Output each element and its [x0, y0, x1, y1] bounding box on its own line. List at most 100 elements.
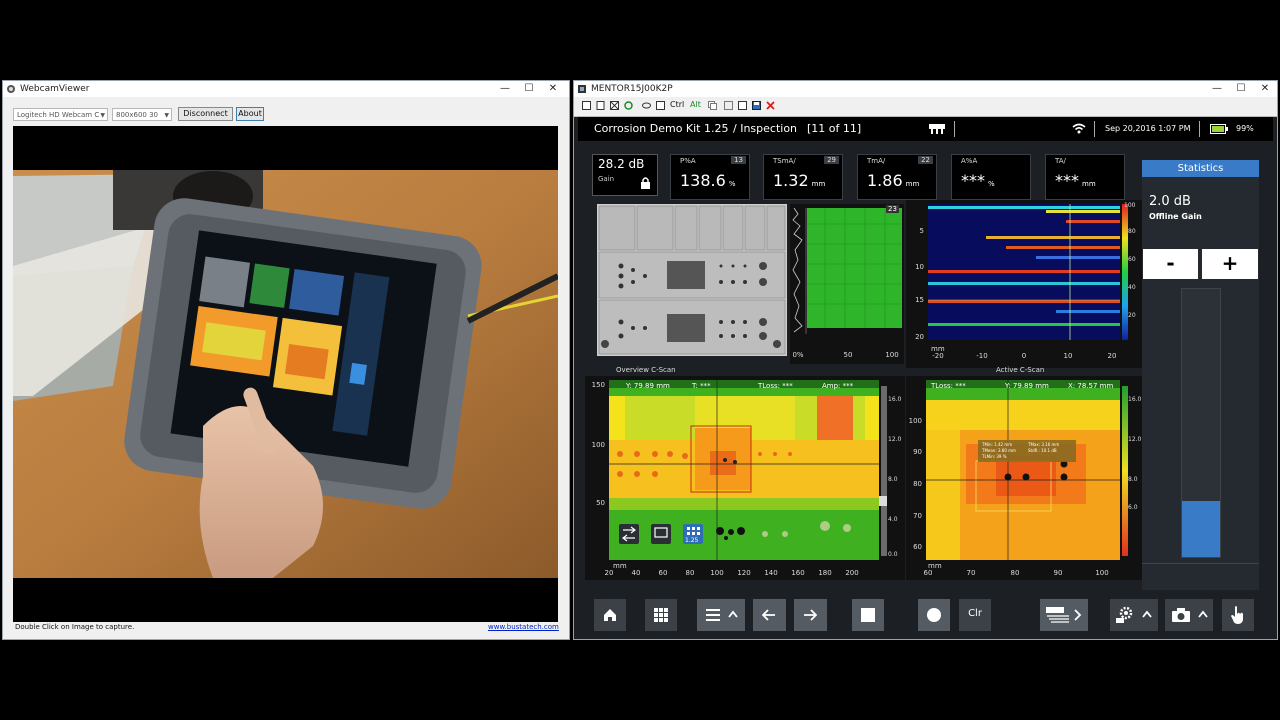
- touch-mode-button[interactable]: [1222, 599, 1254, 631]
- tile-value: ***%: [961, 171, 995, 190]
- active-readout-y: Y: 79.89 mm: [1005, 382, 1049, 390]
- ascan-x-tick: 50: [843, 351, 853, 359]
- refresh-icon[interactable]: [624, 101, 633, 110]
- clipboard-icon[interactable]: [596, 101, 605, 110]
- measurement-tile[interactable]: TmA/ 22 1.86 mm: [857, 154, 937, 200]
- overview-x-tick: 140: [764, 569, 778, 577]
- active-y-tick: 60: [913, 543, 922, 551]
- close-button[interactable]: ✕: [541, 81, 565, 97]
- gain-tile[interactable]: 28.2 dB Gain: [592, 154, 658, 196]
- about-button[interactable]: About: [236, 107, 264, 121]
- record-button[interactable]: [918, 599, 950, 631]
- datetime: Sep 20,2016 1:07 PM: [1105, 124, 1191, 133]
- hand-pointer-icon: [1231, 606, 1243, 624]
- camera-button[interactable]: [1165, 599, 1213, 631]
- bscan-x-tick: 0: [1021, 352, 1027, 360]
- menu-button[interactable]: [697, 599, 745, 631]
- camera-feed[interactable]: [13, 126, 558, 622]
- tooltip-line: TMax: 3.16 mm: [1028, 442, 1060, 447]
- save-icon[interactable]: [752, 101, 761, 110]
- tile-value: 1.86 mm: [867, 171, 919, 190]
- home-button[interactable]: [594, 599, 626, 631]
- properties-icon[interactable]: [582, 101, 591, 110]
- inspection-label: / Inspection: [733, 122, 798, 135]
- copy-icon[interactable]: [708, 101, 717, 110]
- ctrl-alt-del-icon[interactable]: [656, 101, 665, 110]
- statistics-panel: Statistics 2.0 dB Offline Gain - +: [1142, 160, 1259, 590]
- colorbar-tick: 4.0: [888, 516, 898, 523]
- tile-value: 138.6%: [680, 171, 735, 190]
- statistics-header: Statistics: [1142, 160, 1259, 177]
- tile-value-number: 1.86: [867, 171, 903, 190]
- tooltip-line: TMin: 1.42 mm: [982, 442, 1013, 447]
- tile-value-number: 1.32: [773, 171, 809, 190]
- measurement-tile[interactable]: TSmA/ 29 1.32 mm: [763, 154, 843, 200]
- overview-x-tick: 160: [791, 569, 805, 577]
- webcam-viewer-window: WebcamViewer — ☐ ✕ Logitech HD Webcam C ▼…: [2, 80, 570, 640]
- panel-divider: [1142, 563, 1259, 564]
- ascan-panel[interactable]: 23 0% 50 100: [790, 204, 904, 364]
- overview-readout-tloss: TLoss: ***: [758, 382, 793, 390]
- minus-button[interactable]: -: [1143, 249, 1198, 279]
- overview-cscan-panel[interactable]: Y: 79.89 mm T: *** TLoss: *** Amp: *** 1…: [585, 376, 905, 580]
- menu-icon: [706, 609, 720, 621]
- overview-x-tick: 120: [737, 569, 751, 577]
- stop-button[interactable]: [852, 599, 884, 631]
- measurement-tile[interactable]: P%A 13 138.6%: [670, 154, 750, 200]
- inspection-count: [11 of 11]: [807, 122, 862, 135]
- colorbar-tick: 80: [1128, 228, 1136, 235]
- webcam-app-icon: [7, 85, 15, 93]
- gain-slider-track[interactable]: [1181, 288, 1221, 558]
- device-select[interactable]: Logitech HD Webcam C ▼: [13, 108, 108, 121]
- home-icon: [604, 609, 616, 621]
- active-x-tick: 90: [1053, 569, 1063, 577]
- bscan-y-tick: 15: [915, 296, 924, 304]
- ctrl-key-button[interactable]: Ctrl: [670, 100, 684, 109]
- bscan-panel[interactable]: 5 10 15 20 mm -20 -10 0 10 20 100 80 60 …: [906, 200, 1142, 368]
- corrosion-kit-drawing: [597, 204, 787, 356]
- previous-button[interactable]: [753, 599, 786, 631]
- measurement-tile[interactable]: TA/ *** mm: [1045, 154, 1125, 200]
- apps-button[interactable]: [645, 599, 677, 631]
- gain-slider-fill: [1182, 500, 1220, 557]
- tile-unit: mm: [811, 180, 826, 188]
- colorbar-tick: 16.0: [1128, 396, 1142, 403]
- clear-button-label: Clr: [968, 608, 982, 619]
- disconnect-x-icon[interactable]: [766, 101, 775, 110]
- tile-unit: %: [728, 180, 736, 188]
- close-button[interactable]: ✕: [1253, 81, 1277, 97]
- minimize-button[interactable]: —: [1205, 81, 1229, 97]
- overview-x-tick: 180: [818, 569, 832, 577]
- tile-count-badge: 13: [731, 156, 746, 164]
- active-y-tick: 90: [913, 448, 922, 456]
- measurement-tile[interactable]: A%A ***%: [951, 154, 1031, 200]
- maximize-button[interactable]: ☐: [1229, 81, 1253, 97]
- options-icon[interactable]: [738, 101, 747, 110]
- tooltip-line: TMean: 3.80 mm: [982, 448, 1016, 453]
- stop-icon: [861, 608, 875, 622]
- paste-icon[interactable]: [724, 101, 733, 110]
- settings-button[interactable]: [1110, 599, 1158, 631]
- plus-button[interactable]: +: [1202, 249, 1258, 279]
- maximize-button[interactable]: ☐: [517, 81, 541, 97]
- tile-unit: mm: [905, 180, 920, 188]
- chevron-up-icon: [1198, 610, 1208, 618]
- overview-x-tick: 60: [658, 569, 668, 577]
- scan-mode-button[interactable]: [1040, 599, 1088, 631]
- disconnect-button[interactable]: Disconnect: [178, 107, 233, 121]
- resolution-select[interactable]: 800x600 30 ▼: [112, 108, 172, 121]
- minimize-button[interactable]: —: [493, 81, 517, 97]
- chevron-right-icon: [1074, 609, 1082, 621]
- alt-key-button[interactable]: Alt: [690, 100, 701, 109]
- tile-value: 1.32 mm: [773, 171, 825, 190]
- link-icon[interactable]: [642, 101, 651, 110]
- tile-count-badge: 22: [918, 156, 933, 164]
- next-button[interactable]: [794, 599, 827, 631]
- website-link[interactable]: www.bustatech.com: [488, 623, 559, 631]
- clear-button[interactable]: Clr: [959, 599, 991, 631]
- scale-icon[interactable]: [610, 101, 619, 110]
- colorbar-tick: 40: [1128, 284, 1136, 291]
- active-cscan-panel[interactable]: TLoss: *** Y: 79.89 mm X: 78.57 mm TMin:…: [906, 376, 1142, 580]
- colorbar-tick: 16.0: [888, 396, 902, 403]
- bscan-plot: [928, 204, 1128, 340]
